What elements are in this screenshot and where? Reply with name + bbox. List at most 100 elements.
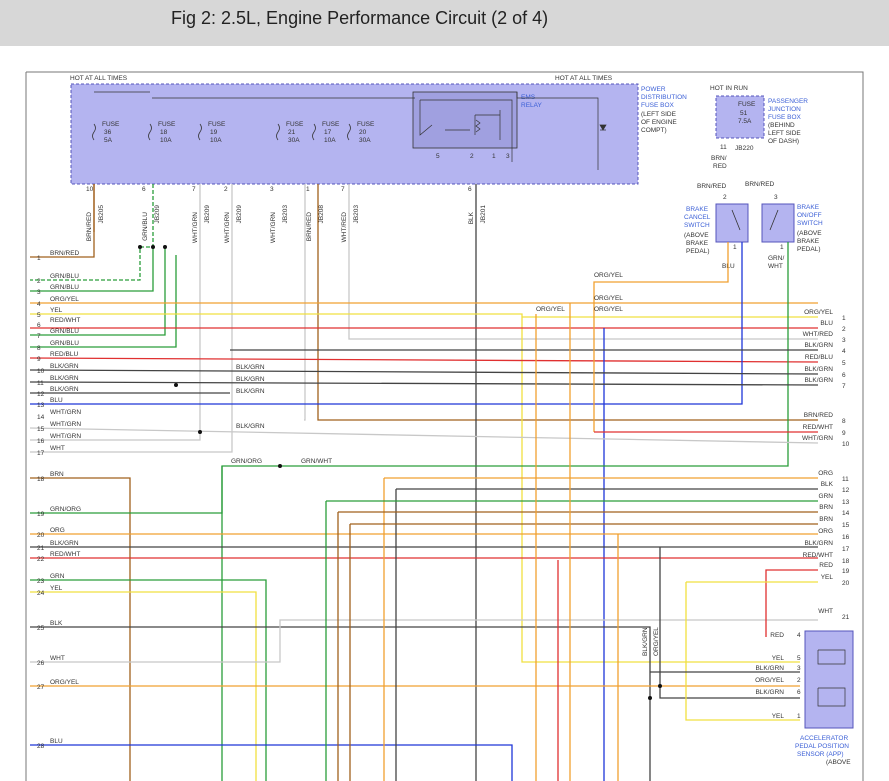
- left-row-wire: BLK: [50, 620, 63, 627]
- left-row-number: 23: [37, 578, 45, 585]
- right-row-number: 12: [842, 487, 850, 494]
- fuse-pin: 7: [192, 186, 196, 193]
- svg-text:(ABOVE: (ABOVE: [826, 759, 851, 766]
- svg-text:2: 2: [723, 194, 727, 201]
- right-row-number: 17: [842, 546, 850, 553]
- svg-text:ORG/YEL: ORG/YEL: [536, 306, 565, 313]
- accelerator-pedal-position-sensor: [804, 630, 854, 729]
- left-row-number: 21: [37, 545, 45, 552]
- right-row-number: 9: [842, 430, 846, 437]
- svg-text:POWER: POWER: [641, 86, 666, 93]
- svg-text:RELAY: RELAY: [521, 102, 542, 109]
- svg-text:7.5A: 7.5A: [738, 118, 752, 125]
- wire: [29, 369, 819, 375]
- svg-text:OF DASH): OF DASH): [768, 138, 799, 145]
- svg-text:5: 5: [436, 153, 440, 160]
- right-row-wire: BLK/GRN: [804, 342, 833, 349]
- svg-text:(ABOVE: (ABOVE: [797, 230, 822, 237]
- left-row-wire: GRN/BLU: [50, 284, 79, 291]
- app-pin-number: 2: [797, 677, 801, 684]
- right-row-wire: WHT: [818, 608, 833, 615]
- right-row-wire: BRN: [819, 516, 833, 523]
- fuse-label: FUSE: [286, 121, 304, 128]
- svg-text:11: 11: [720, 144, 727, 151]
- left-row-number: 24: [37, 590, 45, 597]
- svg-text:ORG/YEL: ORG/YEL: [653, 627, 660, 656]
- junction-dot: [163, 245, 167, 249]
- ems-relay: [412, 91, 518, 149]
- right-row-number: 20: [842, 580, 850, 587]
- left-row-number: 20: [37, 532, 45, 539]
- left-row-wire: RED/WHT: [50, 551, 80, 558]
- wire: [30, 477, 131, 781]
- left-row-wire: WHT: [50, 445, 65, 452]
- left-row-number: 6: [37, 322, 41, 329]
- right-row-wire: RED/BLU: [805, 354, 833, 361]
- right-row-wire: BRN/RED: [804, 412, 834, 419]
- left-row-wire: WHT/GRN: [50, 433, 81, 440]
- svg-text:SWITCH: SWITCH: [797, 220, 823, 227]
- right-row-number: 13: [842, 499, 850, 506]
- app-pin-wire: YEL: [772, 655, 785, 662]
- left-row-number: 1: [37, 255, 41, 262]
- svg-text:1: 1: [733, 244, 737, 251]
- right-row-wire: YEL: [821, 574, 834, 581]
- brake-onoff-switch: [761, 203, 795, 243]
- left-row-number: 11: [37, 380, 44, 387]
- wire: [30, 744, 513, 781]
- right-row-wire: BLK/GRN: [804, 377, 833, 384]
- svg-text:FUSE BOX: FUSE BOX: [641, 102, 675, 109]
- left-row-number: 13: [37, 402, 45, 409]
- wire: [30, 313, 800, 663]
- right-row-number: 8: [842, 418, 846, 425]
- junction-dot: [648, 696, 652, 700]
- fuse-pin: 1: [306, 186, 310, 193]
- fuse-label: FUSE: [102, 121, 120, 128]
- svg-text:FUSE BOX: FUSE BOX: [768, 114, 802, 121]
- svg-text:21: 21: [288, 129, 296, 136]
- app-pin-wire: RED: [770, 632, 784, 639]
- wire: [685, 582, 800, 721]
- left-row-number: 12: [37, 391, 45, 398]
- left-row-number: 25: [37, 625, 45, 632]
- svg-text:SENSOR (APP): SENSOR (APP): [797, 751, 844, 758]
- svg-text:(LEFT SIDE: (LEFT SIDE: [641, 111, 677, 118]
- wire: [765, 569, 818, 637]
- right-row-number: 4: [842, 348, 846, 355]
- svg-text:DISTRIBUTION: DISTRIBUTION: [641, 94, 687, 101]
- pjb-label: PASSENGER JUNCTION FUSE BOX (BEHIND LEFT…: [768, 98, 808, 145]
- left-row-wire: BLK/GRN: [50, 375, 79, 382]
- app-pin-wire: YEL: [772, 713, 785, 720]
- left-row-wire: GRN/BLU: [50, 328, 79, 335]
- left-row-wire: WHT/GRN: [50, 409, 81, 416]
- junction-dot: [278, 464, 282, 468]
- fuse-wire: BRN/RED: [86, 212, 93, 242]
- fuse-pin: 7: [341, 186, 345, 193]
- fuse-label: FUSE: [322, 121, 340, 128]
- right-row-wire: GRN: [819, 493, 834, 500]
- svg-text:GRN/ORG: GRN/ORG: [231, 458, 262, 465]
- svg-text:WHT: WHT: [768, 263, 783, 270]
- wire: [30, 626, 651, 781]
- app-pin-number: 1: [797, 713, 801, 720]
- right-row-wire: ORG/YEL: [804, 309, 833, 316]
- junction-dot: [198, 430, 202, 434]
- svg-text:30A: 30A: [288, 137, 300, 144]
- svg-text:10A: 10A: [210, 137, 222, 144]
- left-row-number: 16: [37, 438, 45, 445]
- svg-text:CANCEL: CANCEL: [684, 214, 711, 221]
- left-row-number: 9: [37, 356, 41, 363]
- svg-text:EMS: EMS: [521, 94, 536, 101]
- right-row-wire: RED: [819, 562, 833, 569]
- left-row-number: 4: [37, 301, 41, 308]
- wire: [304, 184, 306, 421]
- left-row-wire: WHT: [50, 655, 65, 662]
- svg-text:ACCELERATOR: ACCELERATOR: [800, 735, 848, 742]
- right-row-wire: WHT/RED: [803, 331, 834, 338]
- svg-text:JB209: JB209: [204, 205, 211, 224]
- fuse-wire: BRN/RED: [306, 212, 313, 242]
- left-row-wire: ORG/YEL: [50, 296, 79, 303]
- svg-text:GRN/WHT: GRN/WHT: [301, 458, 332, 465]
- svg-text:HOT IN RUN: HOT IN RUN: [710, 85, 748, 92]
- app-pin-wire: ORG/YEL: [755, 677, 784, 684]
